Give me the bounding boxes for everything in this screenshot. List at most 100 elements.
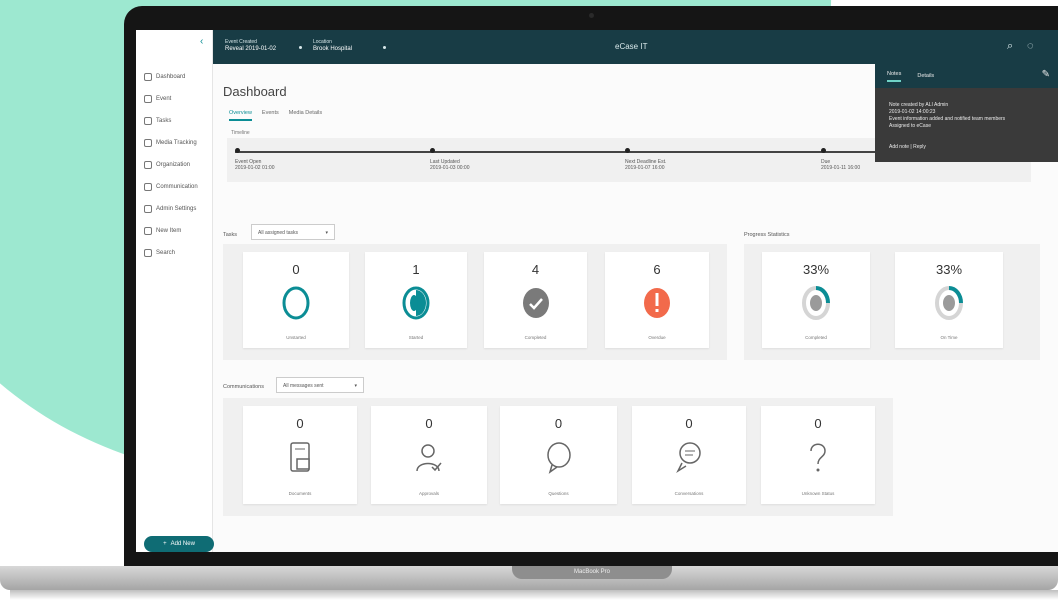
approval-icon xyxy=(416,444,442,472)
timeline-dot xyxy=(821,148,826,153)
overlay-tab-notes[interactable]: Notes xyxy=(887,71,902,82)
communications-panel: 0 Documents 0 Approvals 0 Questions 0 Co… xyxy=(223,398,893,516)
sidebar-item-media-tracking[interactable]: Media Tracking xyxy=(136,132,213,154)
communications-label: Communications xyxy=(223,384,264,390)
add-new-button[interactable]: + Add New xyxy=(144,536,214,552)
conversation-icon xyxy=(676,442,701,474)
sidebar-item-label: Communication xyxy=(156,184,198,190)
separator-dot xyxy=(299,46,302,49)
search-icon[interactable]: ⌕ xyxy=(1007,40,1013,53)
sidebar-item-tasks[interactable]: Tasks xyxy=(136,110,213,132)
edit-icon[interactable]: ✎ xyxy=(1042,69,1050,80)
comm-card-documents[interactable]: 0 Documents xyxy=(243,406,357,504)
comm-card-approvals[interactable]: 0 Approvals xyxy=(371,406,487,504)
communications-filter-select[interactable]: All messages sent ▾ xyxy=(276,377,364,393)
communications-filter-value: All messages sent xyxy=(283,383,324,389)
comm-card-questions[interactable]: 0 Questions xyxy=(500,406,617,504)
progress-value: 33% xyxy=(802,262,830,277)
new-item-icon xyxy=(144,227,152,235)
task-label: Started xyxy=(408,335,424,340)
context-location-value: Brook Hospital xyxy=(313,46,353,52)
comm-label: Documents xyxy=(288,491,312,496)
sidebar-item-search[interactable]: Search xyxy=(136,242,213,264)
separator-dot xyxy=(383,46,386,49)
comm-label: Approvals xyxy=(418,491,439,496)
progress-value: 33% xyxy=(935,262,963,277)
timeline-step: Next Deadline Est. 2019-01-07 16:00 xyxy=(625,148,666,171)
task-card-overdue[interactable]: 6 Overdue xyxy=(605,252,709,348)
progress-card-label: On Time xyxy=(940,335,958,340)
task-label: Overdue xyxy=(648,335,666,340)
overlay-note-actions[interactable]: Add note | Reply xyxy=(889,144,926,150)
chat-icon[interactable]: ◌ xyxy=(1027,40,1034,52)
tab-media-details[interactable]: Media Details xyxy=(289,110,322,121)
comm-label: Unknown Status xyxy=(801,491,835,496)
tasks-icon xyxy=(144,117,152,125)
unstarted-icon xyxy=(282,286,310,320)
comm-count: 0 xyxy=(685,416,693,431)
sidebar-item-dashboard[interactable]: Dashboard xyxy=(136,66,213,88)
timeline-step: Last Updated 2019-01-03 00:00 xyxy=(430,148,469,171)
communication-icon xyxy=(144,183,152,191)
chevron-left-icon[interactable]: ‹ xyxy=(200,36,203,47)
comm-count: 0 xyxy=(425,416,433,431)
task-label: Unstarted xyxy=(286,335,306,340)
note-line: Event information added and notified tea… xyxy=(889,116,1006,122)
task-card-started[interactable]: 1 Started xyxy=(365,252,467,348)
settings-icon xyxy=(144,205,152,213)
task-card-completed[interactable]: 4 Completed xyxy=(484,252,587,348)
progress-panel: 33% Completed 33% On Time xyxy=(744,244,1040,360)
laptop-notch: MacBook Pro xyxy=(512,566,672,579)
comm-card-unknown-status[interactable]: 0 Unknown Status xyxy=(761,406,875,504)
overlay-tab-details[interactable]: Details xyxy=(917,73,934,79)
camera xyxy=(589,13,594,18)
sidebar-item-event[interactable]: Event xyxy=(136,88,213,110)
task-card-unstarted[interactable]: 0 Unstarted xyxy=(243,252,349,348)
sidebar-item-organization[interactable]: Organization xyxy=(136,154,213,176)
sidebar-item-new-item[interactable]: New Item xyxy=(136,220,213,242)
notes-overlay: Notes Details ✎ Note created by ALI Admi… xyxy=(875,64,1058,162)
comm-label: Conversations xyxy=(674,491,704,496)
sidebar-item-label: Admin Settings xyxy=(156,206,197,212)
chat-bubble-icon xyxy=(546,442,571,474)
progress-card-completed[interactable]: 33% Completed xyxy=(762,252,870,348)
tasks-label: Tasks xyxy=(223,232,238,238)
context-event[interactable]: Event Created Reveal 2019-01-02 xyxy=(225,39,276,53)
comm-card-conversations[interactable]: 0 Conversations xyxy=(632,406,746,504)
search-icon xyxy=(144,249,152,257)
sidebar: ‹ Dashboard Event Tasks Media Tracking O… xyxy=(136,30,214,552)
progress-card-label: Completed xyxy=(805,335,827,340)
sidebar-item-label: Organization xyxy=(156,162,191,168)
progress-label: Progress Statistics xyxy=(744,232,790,238)
app-screen: ‹ Dashboard Event Tasks Media Tracking O… xyxy=(136,30,1058,552)
progress-ring-icon xyxy=(935,286,963,320)
sidebar-nav: Dashboard Event Tasks Media Tracking Org… xyxy=(136,66,213,264)
task-count: 4 xyxy=(531,262,540,277)
sidebar-item-label: Tasks xyxy=(156,118,172,124)
tasks-panel: 0 Unstarted 1 Started 4 Completed 6 Over… xyxy=(223,244,727,360)
sidebar-item-label: Dashboard xyxy=(156,74,186,80)
chevron-down-icon: ▾ xyxy=(325,230,328,236)
progress-card-on-time[interactable]: 33% On Time xyxy=(895,252,1003,348)
timeline-step-date: 2019-01-03 00:00 xyxy=(430,165,470,171)
sidebar-item-label: Event xyxy=(156,96,172,102)
overlay-note: Note created by ALI Admin 2019-01-02 14:… xyxy=(875,88,1058,130)
started-icon xyxy=(402,286,430,320)
tab-events[interactable]: Events xyxy=(262,110,279,121)
check-icon xyxy=(522,288,549,318)
tab-overview[interactable]: Overview xyxy=(229,110,252,121)
context-location-label: Location xyxy=(313,39,332,45)
context-event-value: Reveal 2019-01-02 xyxy=(225,46,277,52)
context-location[interactable]: Location Brook Hospital xyxy=(313,39,352,53)
sidebar-item-communication[interactable]: Communication xyxy=(136,176,213,198)
tasks-filter-select[interactable]: All assigned tasks ▾ xyxy=(251,224,335,240)
page-title: Dashboard xyxy=(223,84,287,99)
timeline-step-date: 2019-01-02 01:00 xyxy=(235,165,275,171)
laptop-frame: ‹ Dashboard Event Tasks Media Tracking O… xyxy=(124,6,1058,572)
comm-count: 0 xyxy=(554,416,563,431)
tasks-filter-value: All assigned tasks xyxy=(258,230,299,236)
timeline-dot xyxy=(235,148,240,153)
sidebar-item-label: Search xyxy=(156,250,176,256)
comm-count: 0 xyxy=(296,416,304,431)
sidebar-item-admin-settings[interactable]: Admin Settings xyxy=(136,198,213,220)
